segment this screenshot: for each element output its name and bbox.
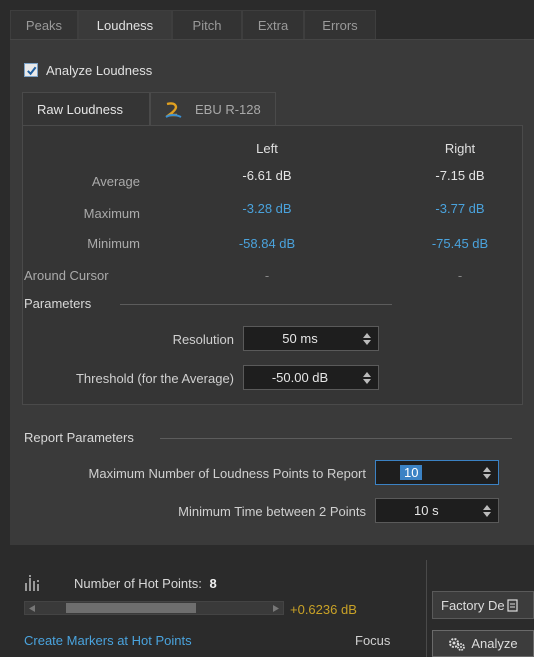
checkmark-icon xyxy=(24,63,38,77)
analyze-label: Analyze xyxy=(471,636,518,651)
row-label-around-cursor: Around Cursor xyxy=(24,268,109,283)
row-label-average: Average xyxy=(91,174,140,189)
tab-pitch[interactable]: Pitch xyxy=(172,10,242,40)
cursor-right-value: - xyxy=(457,268,463,283)
tab-ebu-label: EBU R-128 xyxy=(195,102,261,117)
tab-ebu-r128[interactable]: EBU R-128 xyxy=(150,92,276,126)
max-points-spinbox[interactable]: 10 xyxy=(375,460,499,485)
parameters-divider xyxy=(120,304,392,305)
analyze-loudness-checkbox[interactable]: Analyze Loudness xyxy=(24,60,152,80)
spin-arrows-icon[interactable] xyxy=(356,371,378,384)
average-right-value: -7.15 dB xyxy=(435,168,485,183)
spin-arrows-icon[interactable] xyxy=(356,332,378,345)
tab-raw-loudness[interactable]: Raw Loudness xyxy=(22,92,150,126)
header-right: Right xyxy=(444,141,476,156)
factory-preset-icon xyxy=(506,599,518,612)
row-label-minimum: Minimum xyxy=(87,236,140,251)
raw-loudness-panel xyxy=(22,125,523,405)
resolution-value: 50 ms xyxy=(282,331,318,346)
scroll-right-icon[interactable] xyxy=(269,601,283,615)
bottom-divider xyxy=(426,560,427,657)
spin-arrows-icon[interactable] xyxy=(476,504,498,517)
average-left-value: -6.61 dB xyxy=(242,168,292,183)
resolution-label: Resolution xyxy=(172,332,234,347)
spin-arrows-icon[interactable] xyxy=(476,466,498,479)
maximum-right-value: -3.77 dB xyxy=(435,201,485,216)
tab-raw-loudness-label: Raw Loudness xyxy=(37,102,123,117)
report-parameters-title: Report Parameters xyxy=(24,430,134,445)
maximum-left-value: -3.28 dB xyxy=(242,201,292,216)
max-points-label: Maximum Number of Loudness Points to Rep… xyxy=(88,466,366,481)
row-label-maximum: Maximum xyxy=(83,206,140,221)
minimum-left-value: -58.84 dB xyxy=(238,236,296,251)
create-markers-link[interactable]: Create Markers at Hot Points xyxy=(24,633,192,648)
analyze-button[interactable]: Analyze xyxy=(432,630,534,657)
threshold-label: Threshold (for the Average) xyxy=(75,371,234,386)
hot-points-text: Number of Hot Points: xyxy=(74,576,202,591)
scroll-left-icon[interactable] xyxy=(25,601,39,615)
max-points-value: 10 xyxy=(400,465,423,480)
threshold-spinbox[interactable]: -50.00 dB xyxy=(243,365,379,390)
min-time-value: 10 s xyxy=(414,503,439,518)
min-time-label: Minimum Time between 2 Points xyxy=(178,504,366,519)
factory-defaults-label: Factory De xyxy=(441,597,505,613)
hot-points-count: 8 xyxy=(209,576,217,591)
resolution-spinbox[interactable]: 50 ms xyxy=(243,326,379,351)
min-time-spinbox[interactable]: 10 s xyxy=(375,498,499,523)
gears-icon xyxy=(449,637,466,651)
tab-errors[interactable]: Errors xyxy=(304,10,376,40)
scroll-thumb[interactable] xyxy=(66,603,196,613)
hot-points-label: Number of Hot Points: 8 xyxy=(74,576,217,591)
factory-defaults-button[interactable]: Factory De xyxy=(432,591,534,619)
tab-loudness[interactable]: Loudness xyxy=(78,10,172,40)
header-left: Left xyxy=(256,141,278,156)
ebu-icon xyxy=(165,102,182,118)
tab-extra[interactable]: Extra xyxy=(242,10,304,40)
analyze-loudness-label: Analyze Loudness xyxy=(46,62,153,78)
focus-label[interactable]: Focus xyxy=(355,633,390,648)
report-divider xyxy=(160,438,512,439)
threshold-value: -50.00 dB xyxy=(271,370,329,385)
minimum-right-value: -75.45 dB xyxy=(431,236,489,251)
hot-point-delta: +0.6236 dB xyxy=(290,602,357,617)
parameters-title: Parameters xyxy=(24,296,92,311)
cursor-left-value: - xyxy=(264,268,270,283)
tab-peaks[interactable]: Peaks xyxy=(10,10,78,40)
hot-points-icon xyxy=(25,575,39,591)
